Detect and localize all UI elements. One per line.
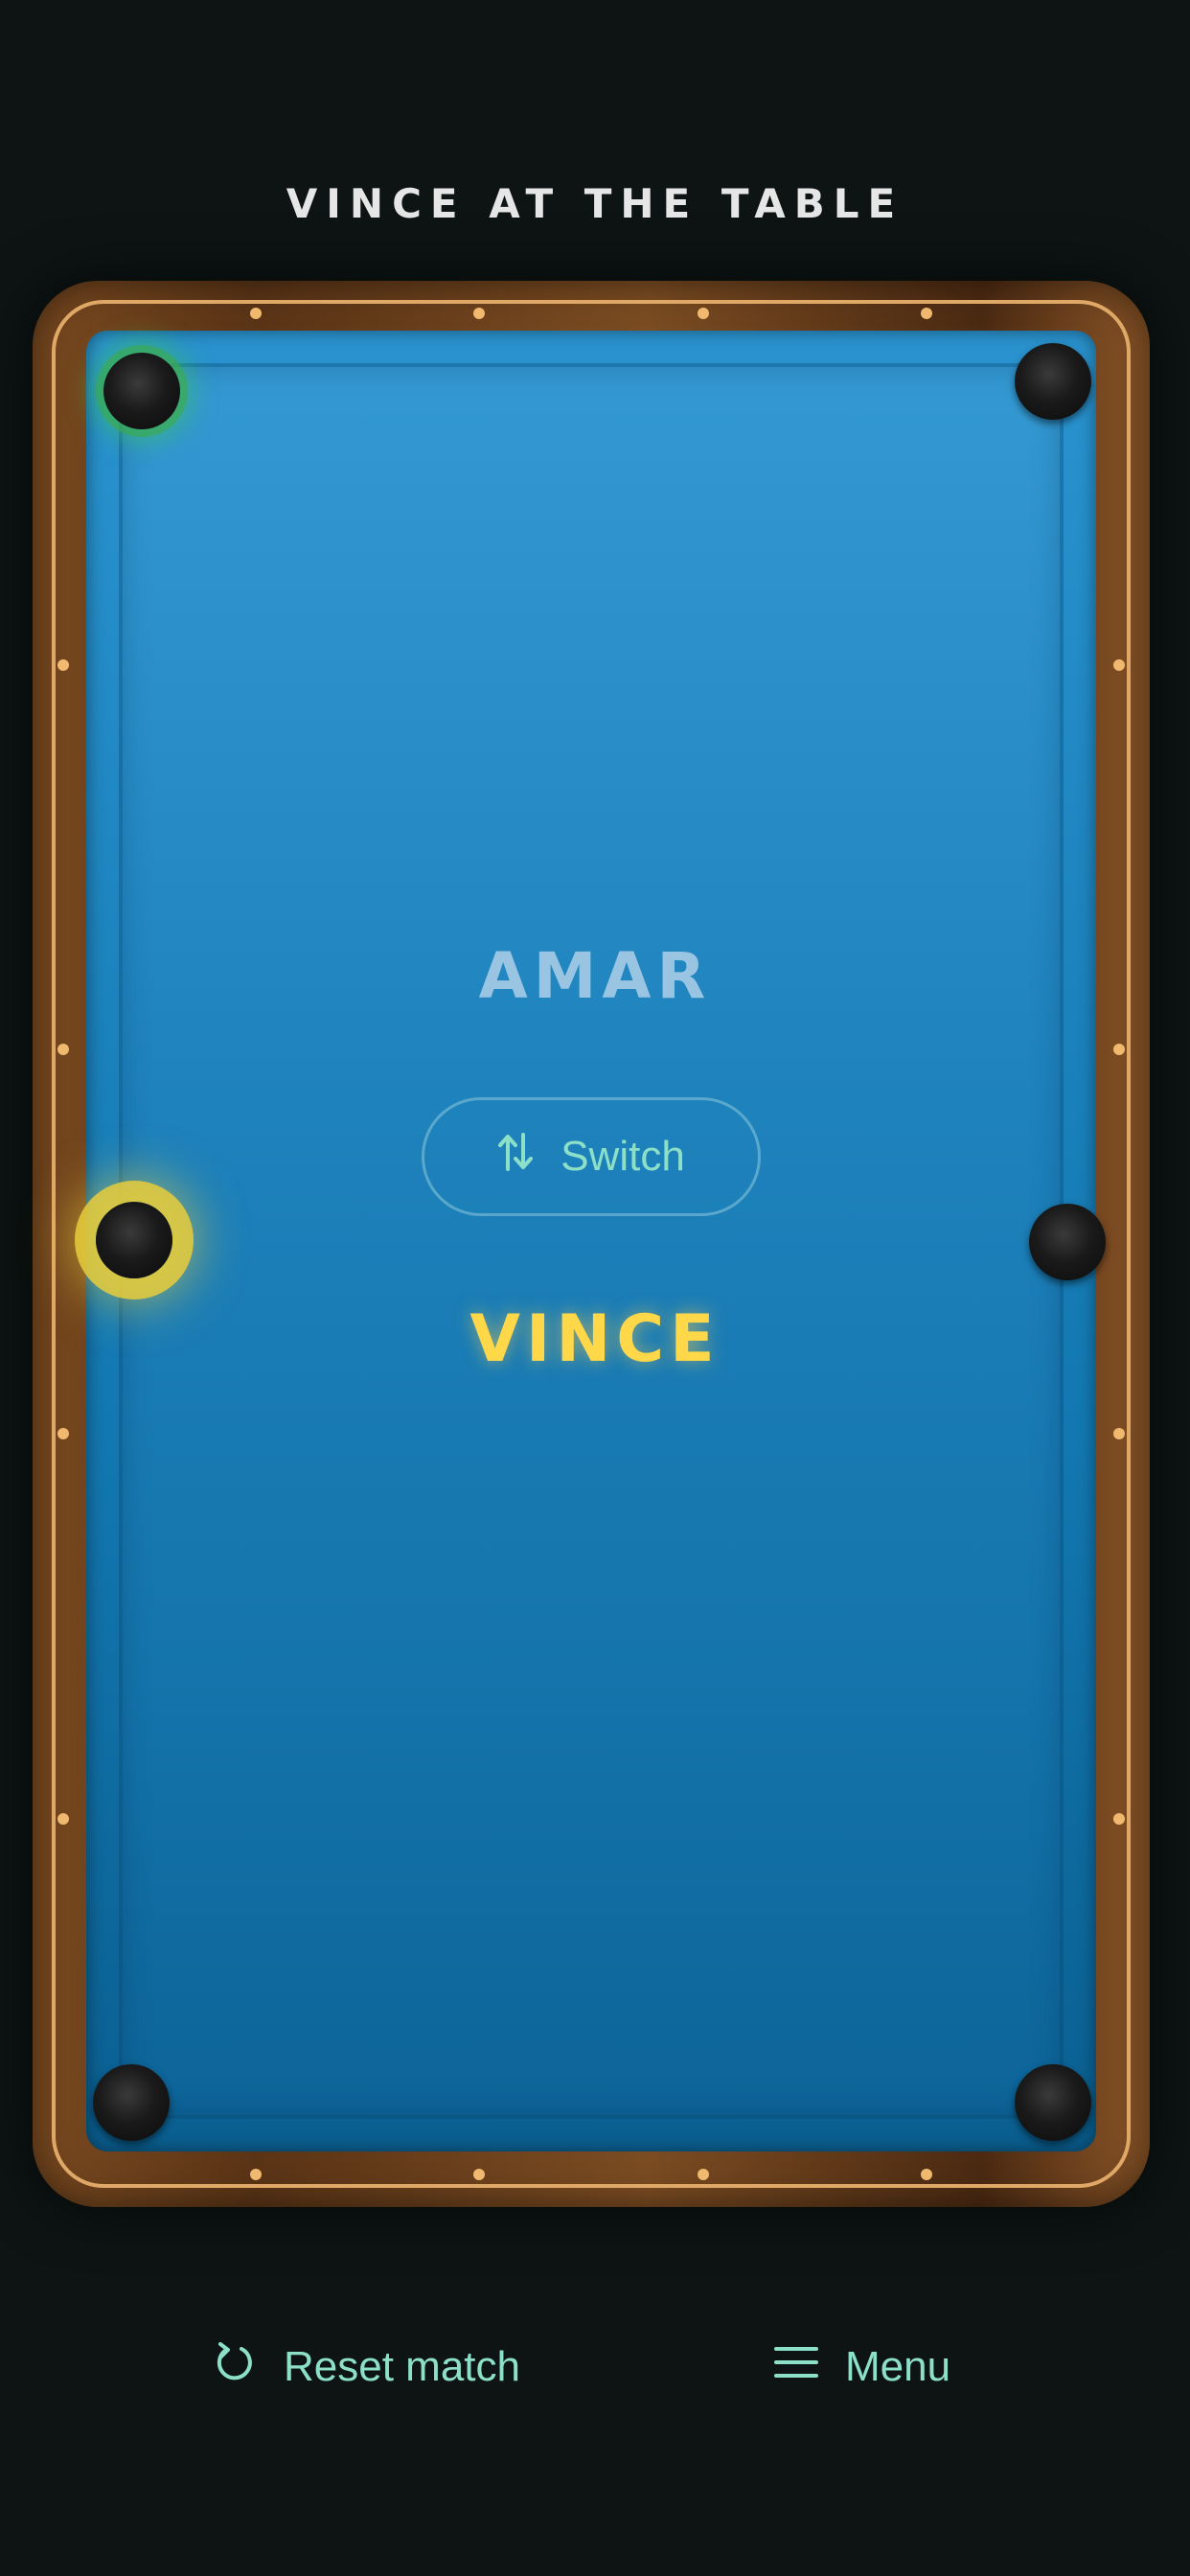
pocket-bottom-left[interactable] — [93, 2064, 170, 2141]
hamburger-menu-icon — [774, 2343, 818, 2392]
rail-diamond — [473, 2169, 485, 2180]
app-screen: VINCE AT THE TABLE AMAR Switch VINCE Res… — [0, 0, 1190, 2576]
rail-diamond — [57, 1813, 69, 1825]
rail-diamond — [250, 2169, 262, 2180]
player-name-top: AMAR — [478, 939, 712, 1013]
page-title: VINCE AT THE TABLE — [286, 180, 904, 227]
pocket-top-left[interactable] — [103, 353, 180, 429]
rail-diamond — [1113, 1813, 1125, 1825]
reset-match-label: Reset match — [284, 2343, 520, 2390]
switch-button-label: Switch — [561, 1133, 685, 1180]
table-felt — [86, 331, 1096, 2151]
rail-diamond — [57, 1044, 69, 1055]
rail-diamond — [57, 659, 69, 671]
rail-diamond — [1113, 1428, 1125, 1439]
rail-diamond — [57, 1428, 69, 1439]
rail-diamond — [921, 2169, 932, 2180]
swap-vertical-icon — [497, 1131, 534, 1184]
switch-button[interactable]: Switch — [422, 1097, 761, 1216]
menu-button[interactable]: Menu — [774, 2329, 950, 2405]
playing-surface — [123, 367, 1060, 2115]
pocket-middle-left[interactable] — [96, 1202, 172, 1278]
refresh-icon — [213, 2340, 257, 2395]
menu-label: Menu — [845, 2343, 951, 2390]
pocket-top-right[interactable] — [1015, 343, 1091, 420]
reset-match-button[interactable]: Reset match — [213, 2329, 520, 2405]
rail-diamond — [1113, 1044, 1125, 1055]
rail-diamond — [921, 308, 932, 319]
rail-diamond — [698, 308, 709, 319]
rail-diamond — [1113, 659, 1125, 671]
player-name-bottom: VINCE — [469, 1301, 721, 1377]
rail-diamond — [250, 308, 262, 319]
rail-diamond — [473, 308, 485, 319]
pocket-bottom-right[interactable] — [1015, 2064, 1091, 2141]
bottom-toolbar: Reset match Menu — [0, 2329, 1190, 2405]
pocket-middle-right[interactable] — [1029, 1204, 1106, 1280]
rail-diamond — [698, 2169, 709, 2180]
pool-table — [33, 281, 1150, 2207]
